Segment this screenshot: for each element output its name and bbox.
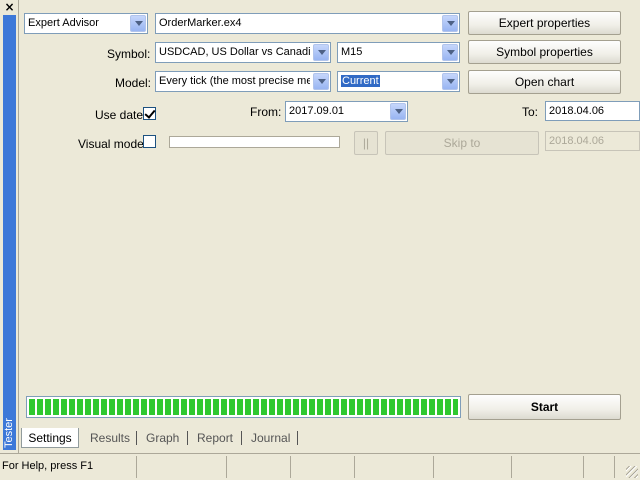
open-chart-button[interactable]: Open chart xyxy=(468,70,621,94)
chevron-down-icon[interactable] xyxy=(442,15,458,32)
visual-mode-checkbox[interactable] xyxy=(143,135,156,148)
expert-file-value: OrderMarker.ex4 xyxy=(159,17,242,29)
tab-results[interactable]: Results xyxy=(90,428,130,447)
resize-grip-icon[interactable] xyxy=(626,466,638,478)
expert-type-select[interactable]: Expert Advisor xyxy=(24,13,148,34)
use-date-checkbox[interactable] xyxy=(143,107,156,120)
to-label: To: xyxy=(522,105,539,119)
period-value: M15 xyxy=(341,46,363,58)
tester-side-strip: × Tester xyxy=(0,0,19,453)
pause-button[interactable]: || xyxy=(354,131,378,155)
expert-properties-button[interactable]: Expert properties xyxy=(468,11,621,35)
side-bar-accent xyxy=(3,15,16,450)
tester-side-label: Tester xyxy=(3,418,15,448)
symbol-label: Symbol: xyxy=(107,47,151,61)
close-icon[interactable]: × xyxy=(3,1,16,14)
model-label: Model: xyxy=(115,76,152,90)
status-pane xyxy=(433,456,434,478)
test-progress-fill xyxy=(29,399,458,415)
use-date-label: Use date xyxy=(95,108,144,122)
visual-speed-slider[interactable] xyxy=(169,136,340,148)
status-pane xyxy=(583,456,584,478)
symbol-select[interactable]: USDCAD, US Dollar vs Canadi xyxy=(155,42,331,63)
tab-separator xyxy=(136,431,137,445)
start-button[interactable]: Start xyxy=(468,394,621,420)
visual-mode-label: Visual mode xyxy=(78,137,144,151)
tab-settings[interactable]: Settings xyxy=(21,428,79,448)
tab-separator xyxy=(297,431,298,445)
chevron-down-icon[interactable] xyxy=(313,73,329,90)
chevron-down-icon[interactable] xyxy=(442,73,458,90)
skip-to-button[interactable]: Skip to xyxy=(385,131,539,155)
expert-type-value: Expert Advisor xyxy=(28,17,99,29)
status-pane xyxy=(136,456,137,478)
spread-value: Current xyxy=(341,75,380,87)
status-pane xyxy=(614,456,615,478)
tab-graph[interactable]: Graph xyxy=(146,428,179,447)
tab-journal[interactable]: Journal xyxy=(251,428,290,447)
settings-panel: Expert Advisor OrderMarker.ex4 Expert pr… xyxy=(19,4,640,428)
status-pane xyxy=(511,456,512,478)
chevron-down-icon[interactable] xyxy=(313,44,329,61)
status-bar: For Help, press F1 xyxy=(0,453,640,480)
status-pane xyxy=(354,456,355,478)
tester-tabs: Settings Results Graph Report Journal xyxy=(19,428,632,450)
skip-to-date-field[interactable]: 2018.04.06 xyxy=(545,131,640,151)
model-value: Every tick (the most precise me xyxy=(159,75,310,87)
chevron-down-icon[interactable] xyxy=(390,103,406,120)
from-date-value: 2017.09.01 xyxy=(289,105,345,117)
tab-report[interactable]: Report xyxy=(197,428,233,447)
model-select[interactable]: Every tick (the most precise me xyxy=(155,71,331,92)
test-progress-bar xyxy=(26,396,461,418)
status-pane xyxy=(226,456,227,478)
status-pane xyxy=(290,456,291,478)
from-date-picker[interactable]: 2017.09.01 xyxy=(285,101,408,122)
to-date-field[interactable]: 2018.04.06 xyxy=(545,101,640,121)
chevron-down-icon[interactable] xyxy=(130,15,146,32)
expert-file-select[interactable]: OrderMarker.ex4 xyxy=(155,13,460,34)
tab-separator xyxy=(187,431,188,445)
symbol-value: USDCAD, US Dollar vs Canadi xyxy=(159,46,310,58)
spread-select[interactable]: Current xyxy=(337,71,460,92)
chevron-down-icon[interactable] xyxy=(442,44,458,61)
status-text: For Help, press F1 xyxy=(2,460,94,472)
symbol-properties-button[interactable]: Symbol properties xyxy=(468,40,621,64)
period-select[interactable]: M15 xyxy=(337,42,460,63)
tab-separator xyxy=(241,431,242,445)
from-label: From: xyxy=(250,105,282,119)
